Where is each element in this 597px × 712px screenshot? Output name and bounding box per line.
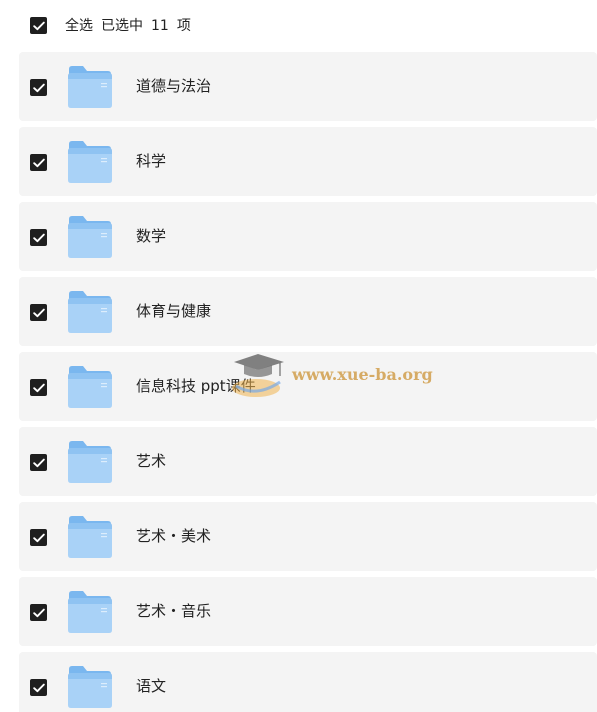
folder-list: 道德与法治 科学 数学 体育与健康 信息科技 ppt课件 艺术 艺术・美术 艺术・音乐 语文 xyxy=(19,52,597,712)
folder-name[interactable]: 信息科技 ppt课件 xyxy=(136,352,256,421)
folder-name[interactable]: 艺术・音乐 xyxy=(136,577,211,646)
list-item[interactable]: 艺术 xyxy=(19,427,597,496)
checkmark-icon xyxy=(32,458,45,467)
folder-icon xyxy=(67,665,113,709)
selected-suffix: 项 xyxy=(176,18,191,34)
item-checkbox[interactable] xyxy=(30,529,47,546)
selected-prefix: 已选中 xyxy=(101,18,143,34)
folder-icon xyxy=(67,365,113,409)
folder-name[interactable]: 道德与法治 xyxy=(136,52,211,121)
item-checkbox[interactable] xyxy=(30,304,47,321)
item-checkbox[interactable] xyxy=(30,679,47,696)
folder-icon xyxy=(67,515,113,559)
select-all-checkbox[interactable] xyxy=(30,17,47,34)
item-checkbox[interactable] xyxy=(30,154,47,171)
list-item[interactable]: 体育与健康 xyxy=(19,277,597,346)
item-checkbox[interactable] xyxy=(30,604,47,621)
folder-name[interactable]: 科学 xyxy=(136,127,166,196)
item-checkbox[interactable] xyxy=(30,79,47,96)
checkmark-icon xyxy=(32,233,45,242)
checkmark-icon xyxy=(32,308,45,317)
selected-count: 11 xyxy=(151,18,169,34)
list-item[interactable]: 道德与法治 xyxy=(19,52,597,121)
folder-name[interactable]: 数学 xyxy=(136,202,166,271)
list-item[interactable]: 语文 xyxy=(19,652,597,712)
checkmark-icon xyxy=(32,21,45,30)
selection-summary: 全选 已选中 11 项 xyxy=(65,17,199,35)
folder-icon xyxy=(67,140,113,184)
list-item[interactable]: 数学 xyxy=(19,202,597,271)
checkmark-icon xyxy=(32,383,45,392)
item-checkbox[interactable] xyxy=(30,229,47,246)
folder-icon xyxy=(67,65,113,109)
checkmark-icon xyxy=(32,608,45,617)
folder-icon xyxy=(67,590,113,634)
folder-name[interactable]: 语文 xyxy=(136,652,166,712)
item-checkbox[interactable] xyxy=(30,379,47,396)
folder-name[interactable]: 体育与健康 xyxy=(136,277,211,346)
select-all-label[interactable]: 全选 xyxy=(65,18,93,34)
list-item[interactable]: 科学 xyxy=(19,127,597,196)
checkmark-icon xyxy=(32,533,45,542)
checkmark-icon xyxy=(32,683,45,692)
folder-icon xyxy=(67,215,113,259)
item-checkbox[interactable] xyxy=(30,454,47,471)
folder-icon xyxy=(67,440,113,484)
selection-header: 全选 已选中 11 项 xyxy=(0,0,597,52)
list-item[interactable]: 艺术・美术 xyxy=(19,502,597,571)
file-selection-page: 全选 已选中 11 项 道德与法治 科学 数学 体育与健康 信息科技 ppt课件 艺术 艺术・美术… xyxy=(0,0,597,712)
folder-icon xyxy=(67,290,113,334)
folder-name[interactable]: 艺术・美术 xyxy=(136,502,211,571)
folder-name[interactable]: 艺术 xyxy=(136,427,166,496)
list-item[interactable]: 艺术・音乐 xyxy=(19,577,597,646)
checkmark-icon xyxy=(32,83,45,92)
list-item[interactable]: 信息科技 ppt课件 xyxy=(19,352,597,421)
checkmark-icon xyxy=(32,158,45,167)
